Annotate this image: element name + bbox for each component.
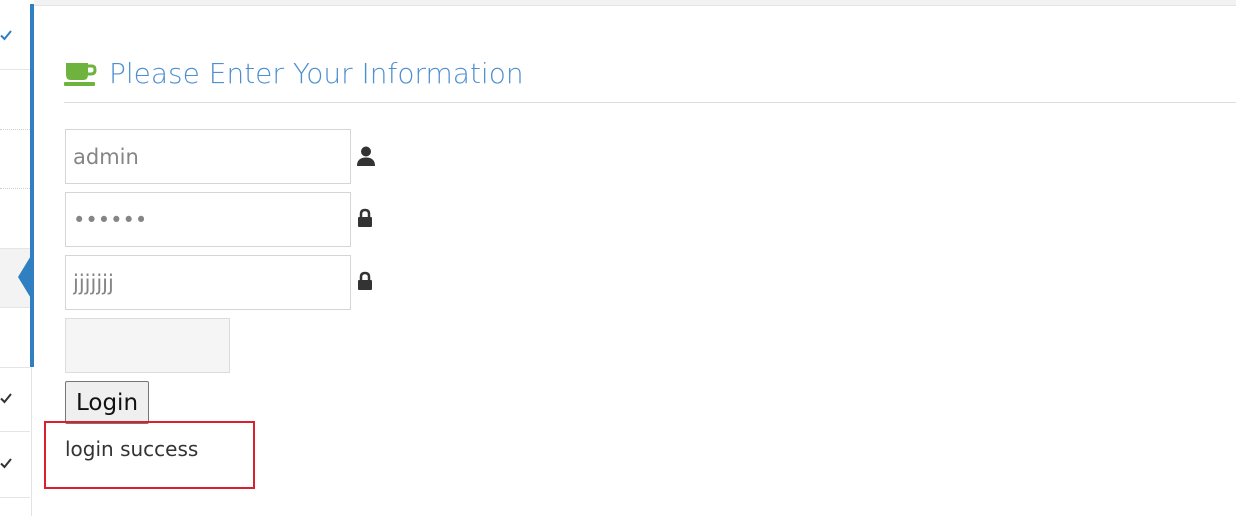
password-input[interactable] — [65, 192, 351, 247]
login-button[interactable]: Login — [65, 381, 149, 424]
check-icon — [0, 392, 12, 404]
sidebar-border-active — [30, 4, 34, 367]
form-header: Please Enter Your Information — [64, 50, 524, 96]
sidebar-item-4[interactable] — [0, 189, 30, 248]
check-icon — [0, 457, 12, 469]
top-strip — [34, 0, 1236, 6]
sidebar-item-6[interactable] — [0, 308, 30, 367]
check-icon — [0, 29, 12, 41]
captcha-image[interactable] — [65, 318, 230, 373]
sidebar-border — [31, 367, 32, 516]
coffee-cup-icon — [64, 59, 97, 87]
captcha-input[interactable] — [65, 255, 351, 310]
user-icon — [357, 146, 375, 166]
lock-icon — [357, 271, 375, 291]
sidebar — [0, 0, 34, 516]
sidebar-item-2[interactable] — [0, 70, 30, 129]
lock-icon — [357, 208, 375, 228]
sidebar-item-3[interactable] — [0, 130, 30, 188]
sidebar-divider — [0, 497, 30, 498]
username-input[interactable] — [65, 129, 351, 184]
title-divider — [64, 102, 1236, 103]
login-result-message: login success — [65, 437, 199, 461]
page-title: Please Enter Your Information — [109, 56, 524, 90]
